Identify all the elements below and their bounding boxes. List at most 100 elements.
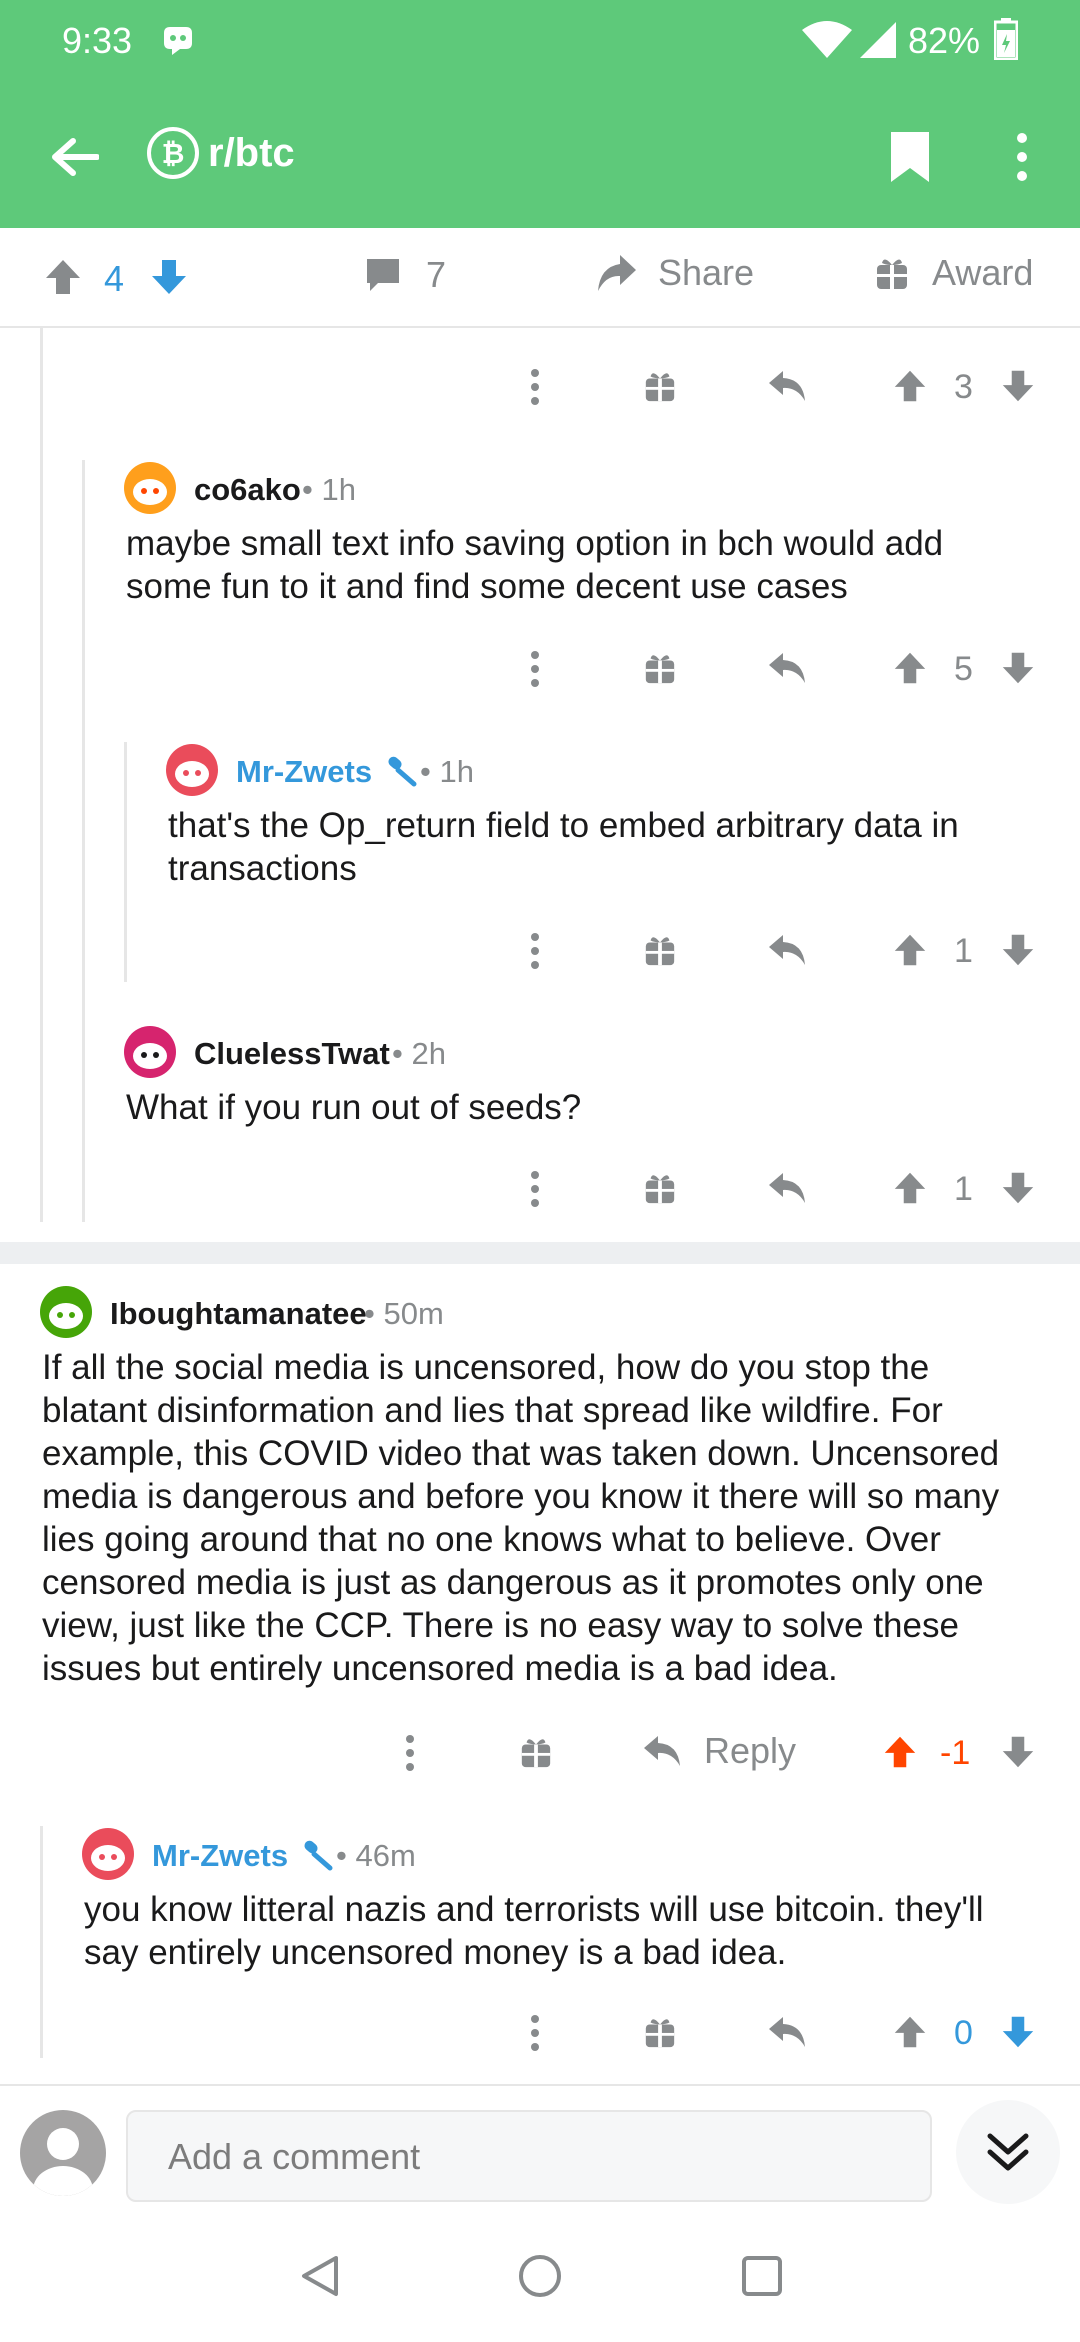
avatar[interactable] [82, 1828, 134, 1880]
reply-arrow-icon [769, 371, 805, 401]
next-comment-button[interactable] [956, 2100, 1060, 2204]
nav-back-button[interactable] [294, 2250, 346, 2302]
comment-meta: • 2h [392, 1036, 446, 1071]
bookmark-button[interactable] [880, 122, 940, 192]
comment-reply-button[interactable]: Reply [642, 1730, 796, 1772]
gift-icon [645, 2019, 675, 2048]
avatar[interactable] [124, 1026, 176, 1078]
triangle-back-icon [302, 2256, 338, 2296]
comment-downvote-button[interactable] [998, 366, 1038, 406]
subreddit-name: r/btc [208, 130, 295, 175]
downvote-arrow-icon [1002, 1736, 1034, 1768]
comment-username[interactable]: co6ako [194, 472, 301, 508]
share-button[interactable]: Share [596, 252, 754, 294]
overflow-menu-button[interactable] [1000, 122, 1044, 192]
thread-line[interactable] [40, 326, 43, 1222]
downvote-arrow-icon [1002, 2016, 1034, 2048]
comment-award-button[interactable] [640, 366, 680, 406]
comment-upvote-button[interactable] [890, 648, 930, 688]
op-mic-icon [300, 1838, 334, 1877]
comments-count: 7 [426, 254, 447, 295]
comment-line: media is dangerous and before you know i… [42, 1477, 1000, 1516]
downvote-arrow-icon [1002, 1172, 1034, 1204]
comment-reply-button[interactable] [764, 366, 810, 406]
upvote-arrow-icon [46, 260, 80, 294]
comment-score: 1 [954, 932, 973, 970]
comment-more-button[interactable] [520, 646, 550, 692]
nav-recents-button[interactable] [736, 2250, 788, 2302]
comments-count-button[interactable]: 7 [364, 254, 446, 296]
more-vertical-icon [406, 1735, 414, 1771]
comment-upvote-button[interactable] [890, 930, 930, 970]
comment-award-button[interactable] [640, 930, 680, 970]
more-vertical-icon [531, 369, 539, 405]
comment-username[interactable]: CluelessTwat [194, 1036, 390, 1072]
post-upvote-button[interactable] [40, 254, 86, 300]
comment-upvote-button[interactable] [890, 1168, 930, 1208]
comment-line: that's the Op_return field to embed arbi… [168, 806, 959, 845]
more-vertical-icon [1017, 133, 1027, 181]
comment-reply-button[interactable] [764, 648, 810, 688]
comment-award-button[interactable] [640, 1168, 680, 1208]
comment-meta: • 46m [336, 1838, 416, 1873]
comment-time: 1h [321, 472, 356, 507]
reply-arrow-icon [769, 653, 805, 683]
comment-username[interactable]: Mr-Zwets [236, 754, 372, 790]
comment-more-button[interactable] [520, 1166, 550, 1212]
comment-downvote-button[interactable] [998, 1168, 1038, 1208]
more-vertical-icon [531, 651, 539, 687]
comment-body: If all the social media is uncensored, h… [42, 1346, 1062, 1690]
comment-meta: • 1h [420, 754, 474, 789]
comment-reply-button[interactable] [764, 2012, 810, 2052]
comment-downvote-button[interactable] [998, 648, 1038, 688]
upvote-arrow-icon [894, 934, 926, 966]
comment-award-button[interactable] [640, 2012, 680, 2052]
comment-downvote-button[interactable] [998, 2012, 1038, 2052]
avatar[interactable] [166, 744, 218, 796]
comment-score: 0 [954, 2014, 973, 2052]
comment-body: that's the Op_return field to embed arbi… [168, 804, 1068, 890]
comment-line: If all the social media is uncensored, h… [42, 1348, 930, 1387]
comment-more-button[interactable] [520, 364, 550, 410]
comment-action-row: 1 [0, 924, 1080, 978]
comment-time: 46m [355, 1838, 416, 1873]
comment-meta: • 50m [364, 1296, 444, 1331]
add-comment-input[interactable]: Add a comment [126, 2110, 932, 2202]
comment-line: example, this COVID video that was taken… [42, 1434, 1000, 1473]
downvote-arrow-icon [1002, 652, 1034, 684]
circle-home-icon [519, 2255, 561, 2297]
thread-line[interactable] [82, 460, 85, 1222]
comment-downvote-button[interactable] [998, 930, 1038, 970]
downvote-arrow-icon [1002, 934, 1034, 966]
upvote-arrow-icon [894, 2016, 926, 2048]
gift-icon [645, 937, 675, 966]
comment-more-button[interactable] [520, 2010, 550, 2056]
comment-upvote-button[interactable] [890, 366, 930, 406]
nav-home-button[interactable] [514, 2250, 566, 2302]
comment-username[interactable]: Iboughtamanatee [110, 1296, 367, 1332]
comment-more-button[interactable] [395, 1730, 425, 1776]
award-button[interactable]: Award [874, 252, 1033, 294]
comment-line: blatant disinformation and lies that spr… [42, 1391, 943, 1430]
comment-username[interactable]: Mr-Zwets [152, 1838, 288, 1874]
gift-icon [645, 655, 675, 684]
comment-score: -1 [940, 1734, 971, 1772]
comment-line: lies going around that no one knows what… [42, 1520, 941, 1559]
comment-downvote-button[interactable] [998, 1732, 1038, 1772]
comment-reply-button[interactable] [764, 930, 810, 970]
subreddit-link[interactable]: ₿ r/btc [146, 126, 295, 180]
post-score: 4 [104, 258, 125, 299]
user-avatar[interactable] [20, 2110, 106, 2196]
comment-award-button[interactable] [516, 1732, 556, 1772]
comment-body: What if you run out of seeds? [126, 1086, 1056, 1129]
comment-reply-button[interactable] [764, 1168, 810, 1208]
avatar[interactable] [40, 1286, 92, 1338]
comment-more-button[interactable] [520, 928, 550, 974]
comment-line: you know litteral nazis and terrorists w… [84, 1890, 984, 1929]
back-button[interactable] [40, 122, 110, 192]
avatar[interactable] [124, 462, 176, 514]
comment-award-button[interactable] [640, 648, 680, 688]
comment-upvote-button[interactable] [880, 1732, 920, 1772]
comment-upvote-button[interactable] [890, 2012, 930, 2052]
post-downvote-button[interactable] [146, 254, 192, 300]
